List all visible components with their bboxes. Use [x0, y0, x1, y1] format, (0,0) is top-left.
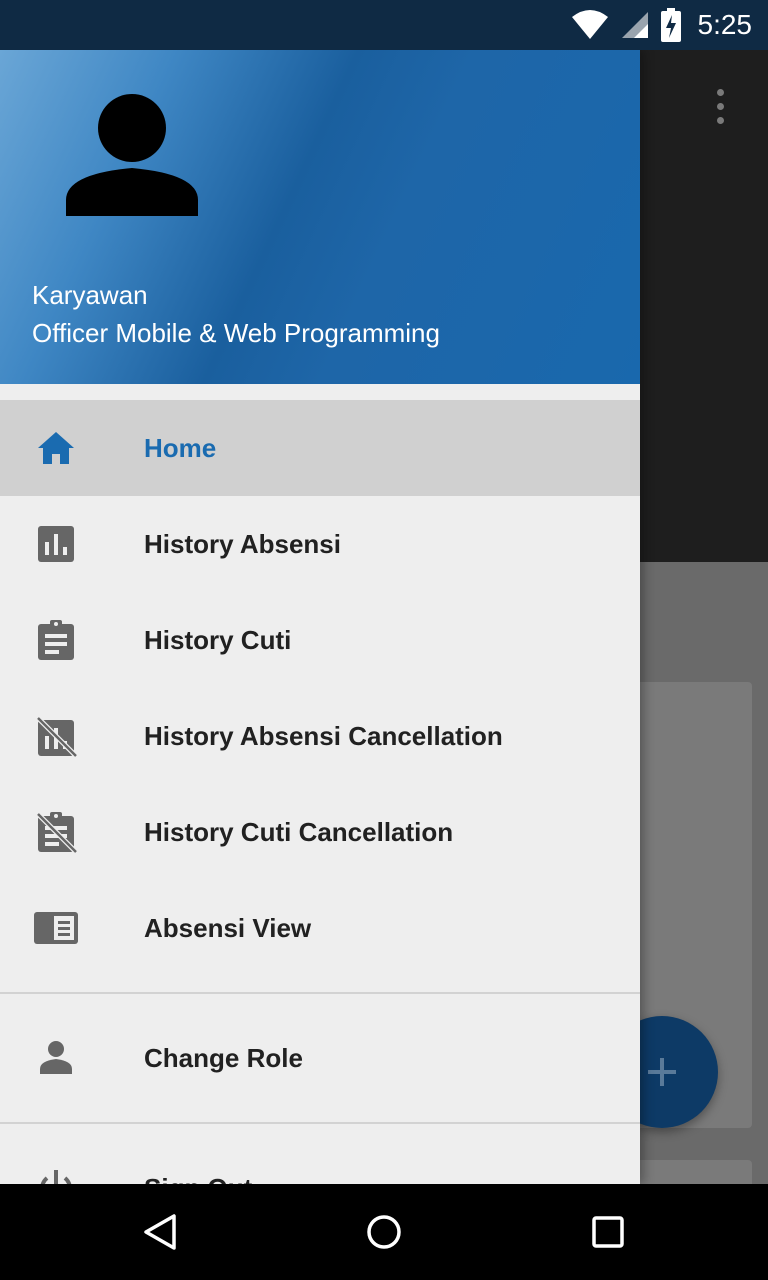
menu-item-history-absensi-cancellation[interactable]: History Absensi Cancellation [0, 688, 640, 784]
menu-item-label: History Cuti Cancellation [144, 816, 454, 847]
home-circle-icon[interactable] [360, 1208, 408, 1256]
user-name: Karyawan [32, 280, 148, 310]
power-icon [34, 1166, 78, 1184]
menu-item-label: Sign Out [144, 1173, 252, 1185]
menu-item-sign-out[interactable]: Sign Out [0, 1140, 640, 1184]
more-vert-icon[interactable] [700, 82, 740, 130]
clipboard-off-icon [34, 810, 78, 854]
person-icon [66, 94, 198, 216]
menu-item-label: History Cuti [144, 624, 292, 655]
bar-chart-off-icon [34, 714, 78, 758]
menu-item-history-cuti[interactable]: History Cuti [0, 592, 640, 688]
person-icon [34, 1036, 78, 1080]
menu-item-change-role[interactable]: Change Role [0, 1010, 640, 1106]
system-nav-bar [0, 1184, 768, 1280]
menu-item-label: History Absensi Cancellation [144, 720, 503, 751]
bar-chart-icon [34, 522, 78, 566]
menu-item-label: Absensi View [144, 912, 312, 943]
user-role: Officer Mobile & Web Programming [32, 318, 440, 348]
drawer-menu: Home History Absensi History Cuti Histor… [0, 400, 640, 1184]
clipboard-icon [34, 618, 78, 662]
navigation-drawer: Karyawan Officer Mobile & Web Programmin… [0, 50, 640, 1184]
menu-item-label: Home [144, 432, 217, 463]
menu-item-home[interactable]: Home [0, 400, 640, 496]
status-bar: 5:25 [0, 0, 768, 50]
screen: 5:25 Karyawan Officer Mobile & Web Progr… [0, 0, 768, 1280]
status-time: 5:25 [697, 9, 753, 40]
drawer-header: Karyawan Officer Mobile & Web Programmin… [0, 50, 640, 384]
signal-icon [621, 12, 648, 38]
menu-item-label: History Absensi [144, 528, 341, 559]
recents-icon[interactable] [584, 1208, 632, 1256]
menu-item-label: Change Role [144, 1042, 303, 1073]
add-icon [648, 1058, 676, 1086]
battery-charging-icon [660, 8, 681, 42]
menu-item-history-absensi[interactable]: History Absensi [0, 496, 640, 592]
view-list-icon [34, 906, 78, 950]
wifi-icon [571, 10, 608, 39]
home-icon [34, 426, 78, 470]
back-icon[interactable] [136, 1208, 184, 1256]
menu-item-absensi-view[interactable]: Absensi View [0, 880, 640, 976]
menu-item-history-cuti-cancellation[interactable]: History Cuti Cancellation [0, 784, 640, 880]
